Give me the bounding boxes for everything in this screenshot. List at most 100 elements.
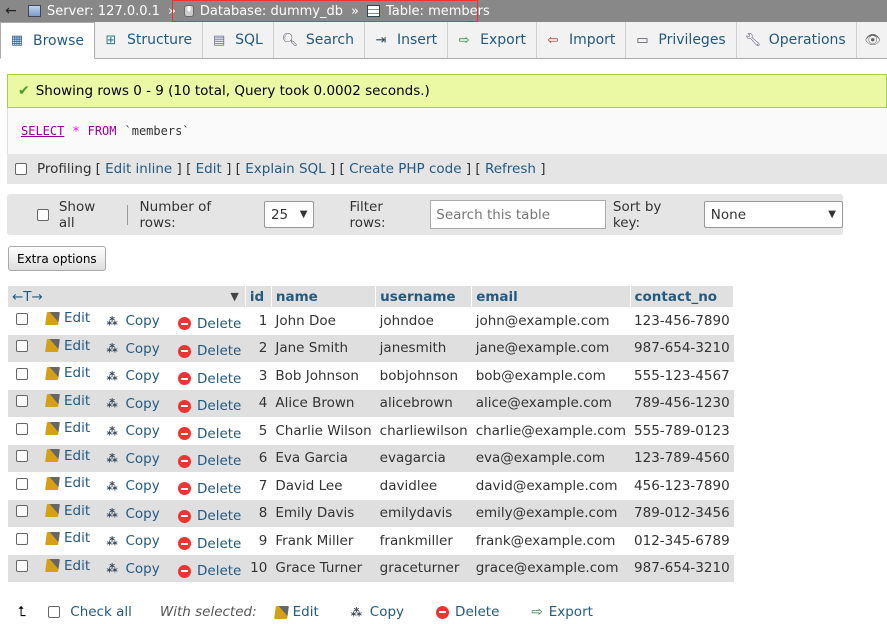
row-delete-button[interactable]: Delete	[178, 536, 241, 552]
tab-more[interactable]: 👁︎	[857, 22, 887, 58]
row-checkbox-cell[interactable]	[8, 499, 42, 527]
table-row[interactable]: Edit ⁂ Copy Delete 5 Charlie Wilson charl…	[8, 417, 734, 445]
breadcrumb-server[interactable]: Server: 127.0.0.1	[22, 0, 166, 22]
table-row[interactable]: Edit ⁂ Copy Delete 6 Eva Garcia evagarcia…	[8, 444, 734, 472]
row-edit-button[interactable]: Edit	[45, 503, 90, 519]
check-all-label[interactable]: Check all	[70, 604, 132, 620]
cell-contact-no[interactable]: 456-123-7890	[630, 472, 734, 500]
cell-contact-no[interactable]: 789-012-3456	[630, 499, 734, 527]
edit-link[interactable]: Edit	[196, 161, 222, 177]
row-checkbox[interactable]	[16, 450, 28, 463]
refresh-link[interactable]: Refresh	[485, 161, 536, 177]
row-edit-button[interactable]: Edit	[45, 338, 90, 354]
row-checkbox[interactable]	[16, 340, 28, 353]
cell-name[interactable]: Bob Johnson	[271, 362, 376, 390]
cell-id[interactable]: 2	[245, 334, 272, 362]
row-copy-button[interactable]: ⁂ Copy	[106, 313, 159, 329]
cell-email[interactable]: emily@example.com	[471, 499, 631, 527]
tab-structure[interactable]: ⊞ Structure	[95, 22, 204, 58]
profiling-checkbox[interactable]	[15, 163, 27, 175]
cell-email[interactable]: jane@example.com	[471, 334, 631, 362]
cell-contact-no[interactable]: 123-456-7890	[630, 307, 734, 335]
row-checkbox-cell[interactable]	[8, 307, 42, 335]
cell-name[interactable]: Eva Garcia	[271, 444, 376, 472]
row-delete-button[interactable]: Delete	[178, 426, 241, 442]
table-row[interactable]: Edit ⁂ Copy Delete 3 Bob Johnson bobjohns…	[8, 362, 734, 390]
cell-contact-no[interactable]: 012-345-6789	[630, 527, 734, 555]
table-row[interactable]: Edit ⁂ Copy Delete 9 Frank Miller frankmi…	[8, 527, 734, 555]
row-delete-button[interactable]: Delete	[178, 453, 241, 469]
cell-email[interactable]: eva@example.com	[471, 444, 631, 472]
cell-name[interactable]: Jane Smith	[271, 334, 376, 362]
row-delete-button[interactable]: Delete	[178, 316, 241, 332]
cell-contact-no[interactable]: 987-654-3210	[630, 554, 734, 582]
row-delete-button[interactable]: Delete	[178, 508, 241, 524]
table-row[interactable]: Edit ⁂ Copy Delete 7 David Lee davidlee d…	[8, 472, 734, 500]
table-row[interactable]: Edit ⁂ Copy Delete 2 Jane Smith janesmith…	[8, 334, 734, 362]
row-edit-button[interactable]: Edit	[45, 558, 90, 574]
extra-options-button[interactable]: Extra options	[8, 246, 106, 271]
tab-operations[interactable]: 🔧︎ Operations	[737, 22, 857, 58]
row-edit-button[interactable]: Edit	[45, 448, 90, 464]
tab-search[interactable]: 🔍︎ Search	[274, 22, 365, 58]
row-checkbox-cell[interactable]	[8, 334, 42, 362]
cell-name[interactable]: Alice Brown	[271, 389, 376, 417]
back-arrow-icon[interactable]: ←	[0, 3, 22, 19]
row-checkbox-cell[interactable]	[8, 417, 42, 445]
table-row[interactable]: Edit ⁂ Copy Delete 8 Emily Davis emilydav…	[8, 499, 734, 527]
column-header-email[interactable]: email	[471, 286, 631, 307]
tab-privileges[interactable]: ▭ Privileges	[626, 22, 737, 58]
filter-rows-input[interactable]: Search this table	[430, 200, 606, 229]
cell-id[interactable]: 4	[245, 389, 272, 417]
cell-username[interactable]: frankmiller	[375, 527, 472, 555]
tab-export[interactable]: ⇨ Export	[448, 22, 537, 58]
row-copy-button[interactable]: ⁂ Copy	[106, 396, 159, 412]
row-copy-button[interactable]: ⁂ Copy	[106, 341, 159, 357]
bulk-edit-button[interactable]: Edit	[273, 604, 319, 620]
cell-id[interactable]: 7	[245, 472, 272, 500]
cell-name[interactable]: John Doe	[271, 307, 376, 335]
sort-by-key-select[interactable]: None ▼	[703, 201, 843, 228]
row-copy-button[interactable]: ⁂ Copy	[106, 368, 159, 384]
cell-username[interactable]: emilydavis	[375, 499, 472, 527]
row-copy-button[interactable]: ⁂ Copy	[106, 451, 159, 467]
row-copy-button[interactable]: ⁂ Copy	[106, 478, 159, 494]
cell-contact-no[interactable]: 987-654-3210	[630, 334, 734, 362]
cell-email[interactable]: frank@example.com	[471, 527, 631, 555]
tab-insert[interactable]: ⇥ Insert	[365, 22, 449, 58]
cell-username[interactable]: graceturner	[375, 554, 472, 582]
row-checkbox[interactable]	[16, 367, 28, 380]
row-edit-button[interactable]: Edit	[45, 365, 90, 381]
cell-name[interactable]: Emily Davis	[271, 499, 376, 527]
row-checkbox[interactable]	[16, 477, 28, 490]
cell-username[interactable]: evagarcia	[375, 444, 472, 472]
row-edit-button[interactable]: Edit	[45, 393, 90, 409]
cell-email[interactable]: grace@example.com	[471, 554, 631, 582]
row-checkbox[interactable]	[16, 560, 28, 573]
row-checkbox-cell[interactable]	[8, 444, 42, 472]
cell-username[interactable]: johndoe	[375, 307, 472, 335]
cell-email[interactable]: david@example.com	[471, 472, 631, 500]
row-copy-button[interactable]: ⁂ Copy	[106, 423, 159, 439]
sort-dropdown-icon[interactable]: ▼	[230, 290, 238, 303]
cell-name[interactable]: Frank Miller	[271, 527, 376, 555]
row-checkbox-cell[interactable]	[8, 472, 42, 500]
column-header-name[interactable]: name	[271, 286, 377, 307]
column-resize-arrows[interactable]: ←T→ ▼	[8, 286, 246, 307]
cell-name[interactable]: Grace Turner	[271, 554, 376, 582]
row-checkbox[interactable]	[16, 312, 28, 325]
cell-username[interactable]: charliewilson	[375, 417, 472, 445]
row-edit-button[interactable]: Edit	[45, 530, 90, 546]
row-delete-button[interactable]: Delete	[178, 371, 241, 387]
cell-email[interactable]: charlie@example.com	[471, 417, 631, 445]
cell-id[interactable]: 5	[245, 417, 272, 445]
table-row[interactable]: Edit ⁂ Copy Delete 4 Alice Brown alicebro…	[8, 389, 734, 417]
row-copy-button[interactable]: ⁂ Copy	[106, 506, 159, 522]
cell-contact-no[interactable]: 555-123-4567	[630, 362, 734, 390]
row-checkbox[interactable]	[16, 422, 28, 435]
cell-name[interactable]: David Lee	[271, 472, 376, 500]
bulk-copy-button[interactable]: ⁂ Copy	[351, 604, 404, 620]
table-row[interactable]: Edit ⁂ Copy Delete 1 John Doe johndoe joh…	[8, 307, 734, 335]
bulk-export-button[interactable]: ⇨ Export	[531, 604, 593, 620]
cell-id[interactable]: 6	[245, 444, 272, 472]
